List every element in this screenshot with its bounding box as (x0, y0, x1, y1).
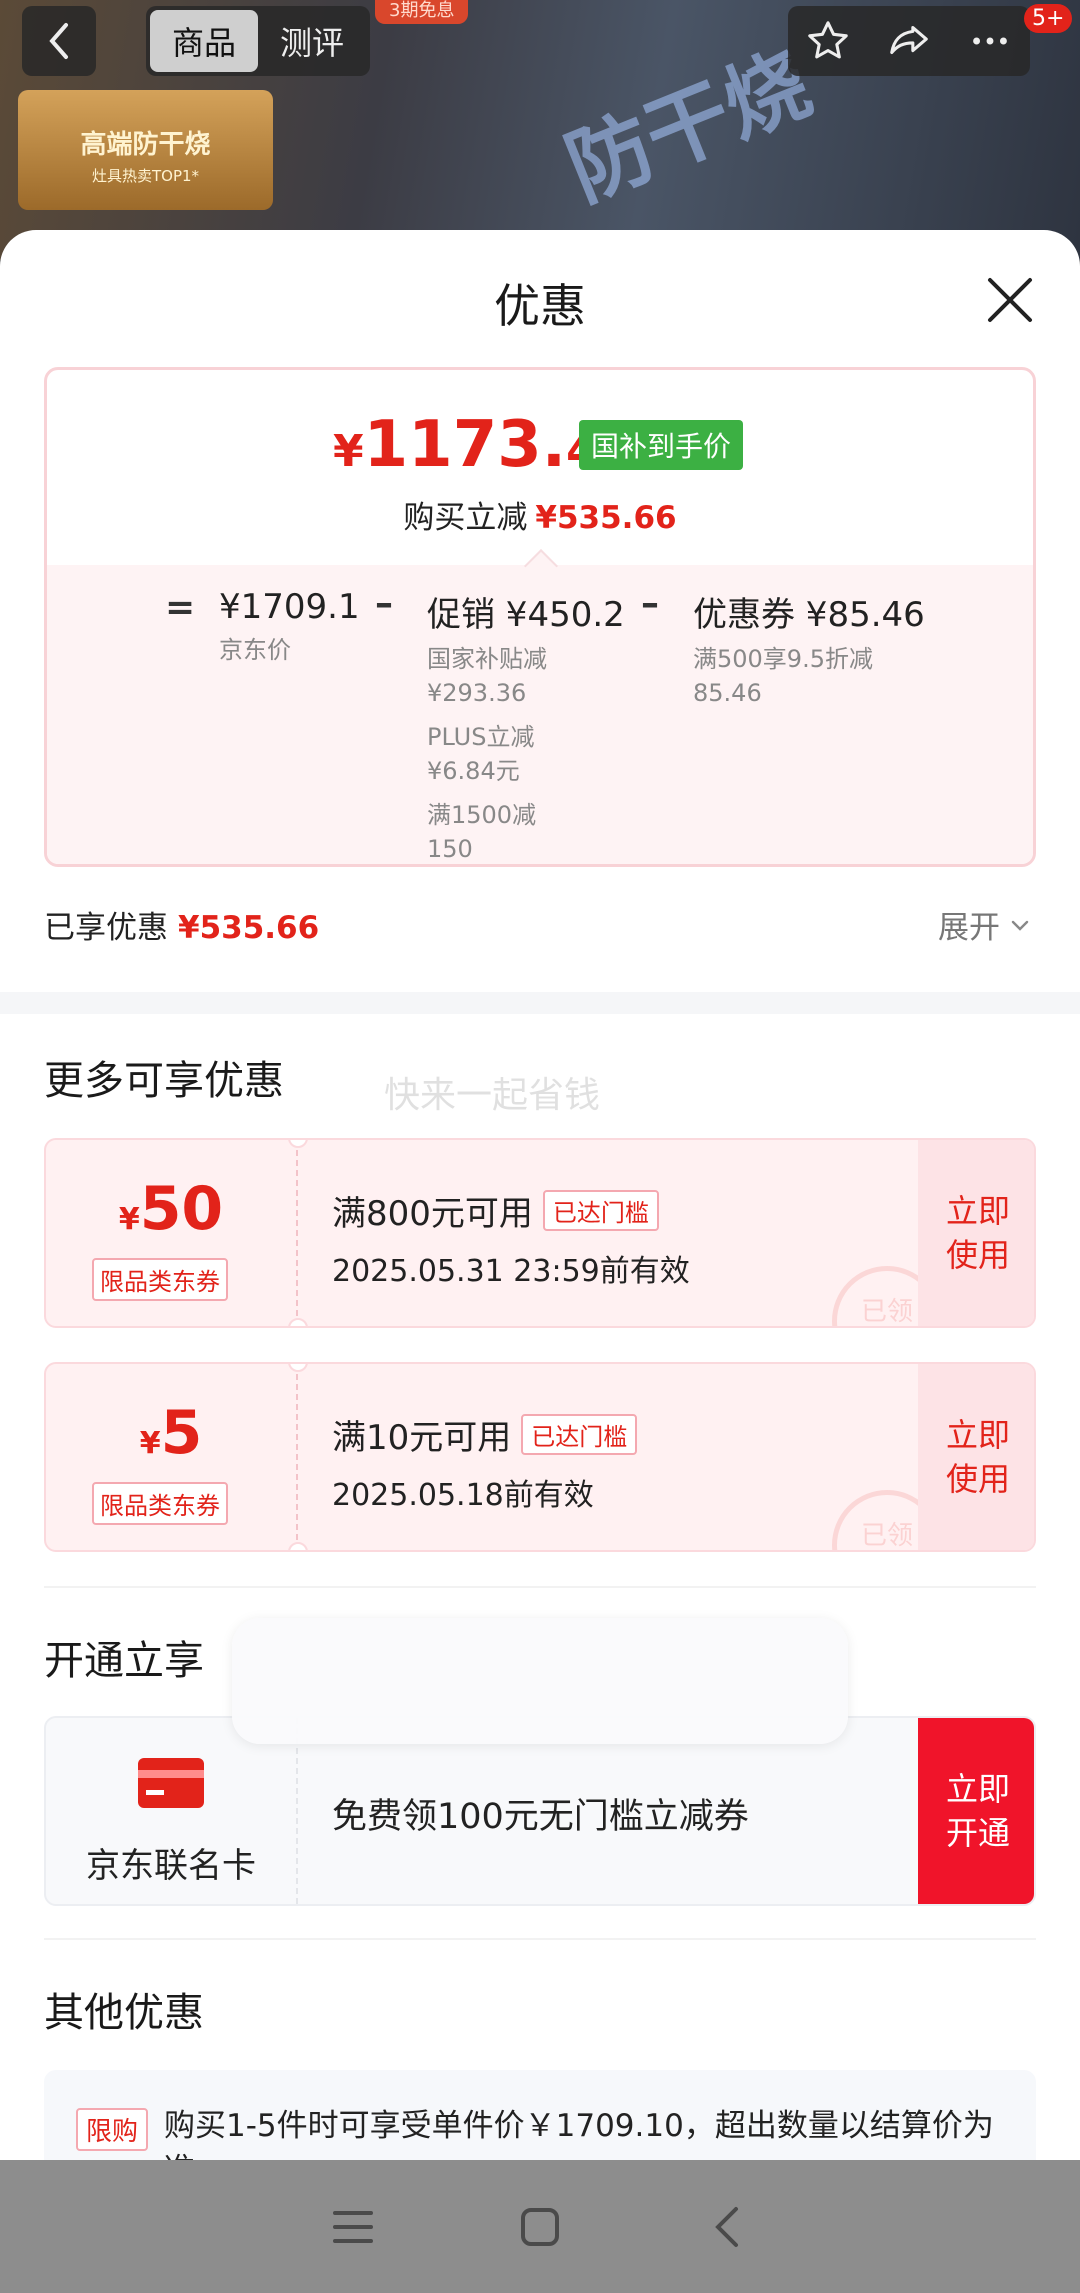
cart-count-badge: 5+ (1024, 4, 1073, 33)
coupon-detail: 满500享9.5折减 85.46 (693, 645, 873, 707)
system-nav-bar (0, 2160, 1080, 2293)
coupon-condition: 满10元可用 已达门槛 (332, 1410, 638, 1459)
threshold-badge: 已达门槛 (542, 1190, 659, 1231)
limit-text: 购买1-5件时可享受单件价￥1709.10，超出数量以结算价为准 (164, 2108, 994, 2160)
badge-line1: 高端防干烧 (80, 130, 211, 160)
badge-line2: 灶具热卖TOP1* (91, 167, 200, 185)
coupon-amount: 优惠券 ¥85.46 (693, 595, 925, 635)
card-offer-desc: 免费领100元无门槛立减券 (332, 1797, 749, 1837)
sheet-title: 优惠 (494, 279, 586, 333)
open-card-button[interactable]: 立即开通 (918, 1718, 1034, 1904)
jd-price: ¥1709.1 (219, 587, 360, 627)
divider (44, 1586, 1036, 1588)
enjoyed-amount: ¥535.66 (178, 910, 320, 946)
use-coupon-button[interactable]: 立即使用 (918, 1140, 1034, 1326)
jd-price-column: ¥1709.1 京东价 (219, 587, 360, 667)
subsidy-price-tag: 国补到手价 (579, 420, 744, 470)
promo-badge: 高端防干烧 灶具热卖TOP1* (18, 90, 273, 210)
tab-product[interactable]: 商品 (150, 10, 258, 72)
coupon-expiry: 2025.05.31 23:59前有效 (332, 1254, 690, 1289)
watermark-text: 快来一起省钱 (384, 1075, 601, 1116)
chevron-left-icon (49, 23, 68, 59)
coupon-condition: 满800元可用 已达门槛 (332, 1186, 659, 1235)
promo-item: 满1500减150 (427, 801, 537, 863)
equals-sign: = (165, 587, 196, 628)
installment-tag: 3期免息 (375, 0, 469, 24)
use-coupon-button[interactable]: 立即使用 (918, 1364, 1034, 1550)
tab-review[interactable]: 测评 (258, 10, 366, 72)
back-nav-button[interactable] (687, 2187, 767, 2267)
menu-icon (333, 2210, 374, 2243)
promo-column: 促销 ¥450.2 国家补贴减 ¥293.36 PLUS立减 ¥6.84元 满1… (427, 587, 625, 864)
coupon-value: ¥50 (118, 1174, 224, 1244)
back-button[interactable] (22, 6, 96, 76)
open-benefit-title: 开通立享 (44, 1638, 204, 1684)
minus-sign: – (375, 583, 393, 624)
jd-price-label: 京东价 (219, 636, 291, 664)
star-icon[interactable] (805, 18, 851, 64)
reduce-amount: ¥535.66 (535, 500, 677, 536)
threshold-badge: 已达门槛 (521, 1414, 638, 1455)
other-discounts-title: 其他优惠 (44, 1990, 204, 2036)
menu-button[interactable] (313, 2187, 393, 2267)
promo-item: 国家补贴减 ¥293.36 (427, 645, 547, 707)
reduce-line: 购买立减 ¥535.66 (403, 500, 677, 536)
coupon-expiry: 2025.05.18前有效 (332, 1478, 594, 1513)
expand-button[interactable]: 展开 (938, 902, 1032, 947)
minus-sign: – (641, 583, 659, 624)
toast-overlay (232, 1618, 848, 1744)
top-actions (788, 6, 1030, 76)
chevron-down-icon (1011, 920, 1029, 931)
promo-amount: 促销 ¥450.2 (427, 595, 625, 635)
coupon-card: ¥5 限品类东券 满10元可用 已达门槛 2025.05.18前有效 已领 立即… (44, 1362, 1036, 1552)
more-discounts-title: 更多可享优惠 (44, 1058, 284, 1104)
home-square-icon (520, 2207, 559, 2246)
banner-deco-text: 防干烧 (553, 33, 824, 220)
section-divider (0, 992, 1080, 1014)
back-arrow-icon (714, 2206, 738, 2247)
home-button[interactable] (500, 2187, 580, 2267)
price-breakdown-card: ¥1173.44 国补到手价 购买立减¥535.66 = ¥1709.1 京东价… (44, 367, 1036, 867)
card-name: 京东联名卡 (86, 1846, 256, 1886)
close-icon[interactable] (982, 272, 1038, 328)
enjoyed-discount: 已享优惠 ¥535.66 (44, 910, 320, 946)
share-icon[interactable] (886, 18, 932, 64)
top-tabs: 商品 测评 (146, 6, 370, 76)
more-icon[interactable] (967, 18, 1013, 64)
coupon-value: ¥5 (139, 1398, 203, 1468)
discount-sheet: 优惠 ¥1173.44 国补到手价 购买立减¥535.66 = ¥1709.1 … (0, 230, 1080, 2160)
divider (44, 1938, 1036, 1940)
coupon-type-tag: 限品类东券 (92, 1482, 228, 1525)
credit-card-icon (138, 1758, 204, 1808)
coupon-card: ¥50 限品类东券 满800元可用 已达门槛 2025.05.31 23:59前… (44, 1138, 1036, 1328)
coupon-type-tag: 限品类东券 (92, 1258, 228, 1301)
coupon-column: 优惠券 ¥85.46 满500享9.5折减 85.46 (693, 587, 925, 710)
purchase-limit-note: 限购 购买1-5件时可享受单件价￥1709.10，超出数量以结算价为准 (44, 2070, 1036, 2160)
limit-tag: 限购 (76, 2108, 149, 2151)
promo-item: PLUS立减 ¥6.84元 (427, 723, 535, 785)
cobrand-card-offer: 京东联名卡 免费领100元无门槛立减券 立即开通 (44, 1716, 1036, 1906)
